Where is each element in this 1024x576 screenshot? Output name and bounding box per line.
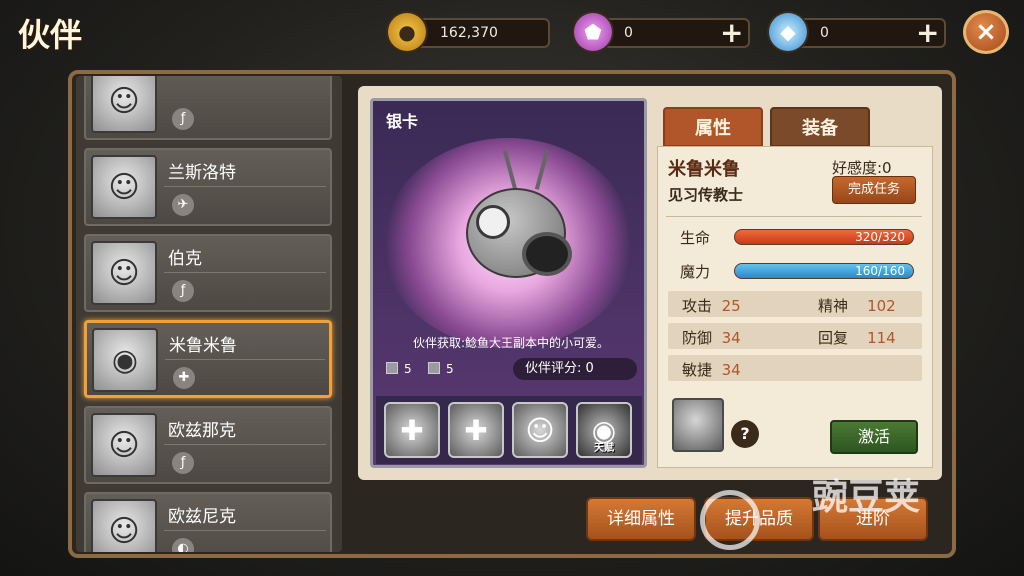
favor-level: 好感度:0 <box>832 159 892 177</box>
stat-value: 102 <box>867 297 896 315</box>
talent-tag: 天赋 <box>594 443 614 454</box>
detail-attributes-button[interactable]: 详细属性 <box>586 497 696 541</box>
stat-spirit: 精神 102 <box>818 295 896 316</box>
divider <box>164 272 326 273</box>
divider <box>666 216 922 217</box>
partner-name: 米鲁米鲁 <box>169 336 237 356</box>
monster-mouth <box>522 232 572 276</box>
partner-list-item-selected[interactable]: ◉ 米鲁米鲁 ✚ <box>84 320 332 398</box>
role-icon: ✈ <box>172 194 194 216</box>
stat-label: 攻击 <box>682 297 713 315</box>
card-stat-b-value: 5 <box>446 362 454 376</box>
stat-label: 敏捷 <box>682 361 713 379</box>
add-purple-gem-button[interactable]: + <box>720 18 743 48</box>
purple-gem-icon: ⬟ <box>574 13 612 51</box>
gold-coin-icon: ● <box>388 13 426 51</box>
stat-value: 25 <box>721 297 741 315</box>
partner-name: 欧兹尼克 <box>168 507 236 527</box>
person-glow-icon[interactable]: ☺ <box>512 402 568 458</box>
close-icon: × <box>975 17 997 47</box>
partner-list-item[interactable]: ☺ 伯克 ƒ <box>84 234 332 312</box>
diamond-icon: ◆ <box>769 13 807 51</box>
skill-glyph: ✚ <box>400 413 424 447</box>
partner-name-title: 米鲁米鲁 <box>668 159 740 180</box>
card-description: 伙伴获取:鲶鱼大王副本中的小可爱。 <box>412 336 610 350</box>
partner-thumbnail[interactable] <box>672 398 724 452</box>
partner-avatar: ☺ <box>91 76 157 133</box>
mp-label: 魔力 <box>680 263 711 281</box>
card-stat-a-value: 5 <box>404 362 412 376</box>
skill-glyph: ✚ <box>464 413 488 447</box>
partner-score: 伙伴评分: 0 <box>513 358 637 380</box>
divider <box>164 444 326 445</box>
complete-quest-button[interactable]: 完成任务 <box>832 176 916 204</box>
tab-attributes[interactable]: 属性 <box>663 107 763 147</box>
stat-recovery: 回复 114 <box>818 327 896 348</box>
divider <box>164 530 326 531</box>
watermark: 豌豆荚 <box>812 477 921 518</box>
partner-name: 伯克 <box>168 249 202 269</box>
stat-box-icon <box>386 362 398 374</box>
hp-bar: 320/320 <box>734 229 914 245</box>
partner-list[interactable]: ☺ ƒ ☺ 兰斯洛特 ✈ ☺ 伯克 ƒ ◉ 米鲁米鲁 ✚ ☺ 欧兹那克 ƒ ☺ … <box>76 76 342 552</box>
stat-agility: 敏捷 34 <box>682 359 741 380</box>
partner-avatar: ☺ <box>91 413 157 477</box>
stat-attack: 攻击 25 <box>682 295 741 316</box>
partner-list-item[interactable]: ☺ ƒ <box>84 76 332 140</box>
partner-name: 欧兹那克 <box>168 421 236 441</box>
partner-list-item[interactable]: ☺ 欧兹尼克 ◐ <box>84 492 332 552</box>
partner-class: 见习传教士 <box>668 186 744 204</box>
stat-label: 精神 <box>818 297 849 315</box>
role-icon: ƒ <box>172 280 194 302</box>
plus-cross-icon[interactable]: ✚ <box>384 402 440 458</box>
stat-value: 34 <box>721 329 741 347</box>
card-stat-b: 5 <box>428 362 454 376</box>
role-icon: ✚ <box>173 367 195 389</box>
mp-bar: 160/160 <box>734 263 914 279</box>
tab-equipment[interactable]: 装备 <box>770 107 870 147</box>
divider <box>164 186 326 187</box>
purple-gem-amount: 0 <box>624 25 633 41</box>
role-icon: ƒ <box>172 452 194 474</box>
stat-label: 防御 <box>682 329 713 347</box>
card-stat-a: 5 <box>386 362 412 376</box>
activate-button[interactable]: 激活 <box>830 420 918 454</box>
double-plus-icon[interactable]: ✚ <box>448 402 504 458</box>
partner-list-item[interactable]: ☺ 兰斯洛特 ✈ <box>84 148 332 226</box>
partner-avatar: ☺ <box>91 241 157 305</box>
partner-avatar: ◉ <box>92 328 158 392</box>
card-rarity: 银卡 <box>386 112 419 131</box>
partner-name: 兰斯洛特 <box>168 163 236 183</box>
partner-list-item[interactable]: ☺ 欧兹那克 ƒ <box>84 406 332 484</box>
monster-eye <box>476 205 510 239</box>
skill-glyph: ☺ <box>525 413 555 447</box>
eye-emblem-icon[interactable]: ◉ 天赋 <box>576 402 632 458</box>
role-icon: ƒ <box>172 108 194 130</box>
help-icon[interactable]: ? <box>731 420 759 448</box>
watermark-logo-icon <box>700 490 760 550</box>
partner-avatar: ☺ <box>91 499 157 552</box>
add-diamond-button[interactable]: + <box>916 18 939 48</box>
close-button[interactable]: × <box>963 10 1009 54</box>
gold-amount: 162,370 <box>440 25 498 41</box>
partner-avatar: ☺ <box>91 155 157 219</box>
blue-gem-amount: 0 <box>820 25 829 41</box>
stat-box-icon <box>428 362 440 374</box>
page-title: 伙伴 <box>18 16 83 54</box>
stat-defense: 防御 34 <box>682 327 741 348</box>
stat-value: 34 <box>721 361 741 379</box>
role-icon: ◐ <box>172 538 194 552</box>
divider <box>165 359 325 360</box>
hp-label: 生命 <box>680 229 711 247</box>
stat-label: 回复 <box>818 329 849 347</box>
stat-value: 114 <box>867 329 896 347</box>
